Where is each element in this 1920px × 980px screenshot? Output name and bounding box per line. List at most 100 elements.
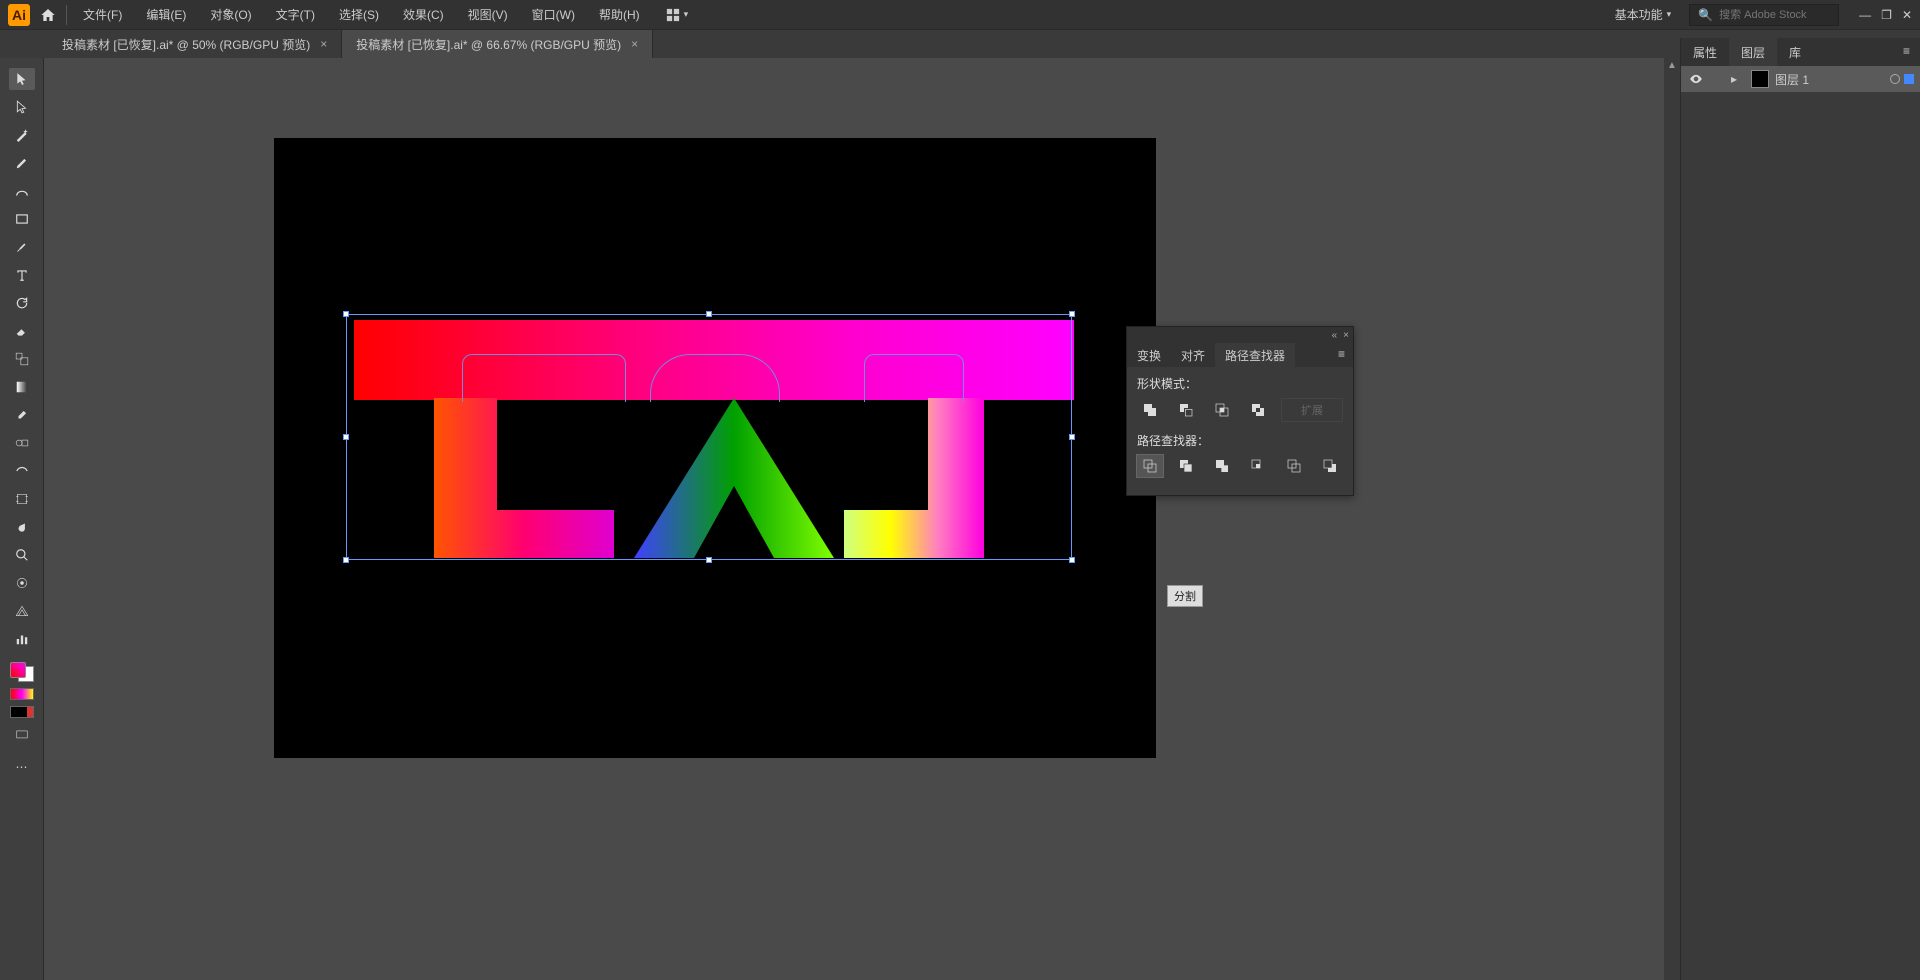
panel-menu-icon[interactable]: ≡ (1893, 38, 1920, 66)
free-transform-tool[interactable] (9, 572, 35, 594)
type-tool[interactable] (9, 264, 35, 286)
panel-tab-bar: 属性 图层 库 ≡ (1681, 38, 1920, 66)
minus-front-button[interactable] (1173, 399, 1199, 421)
rectangle-tool[interactable] (9, 208, 35, 230)
merge-button[interactable] (1209, 455, 1235, 477)
selection-tool[interactable] (9, 68, 35, 90)
crop-button[interactable] (1245, 455, 1271, 477)
tab-transform[interactable]: 变换 (1127, 343, 1171, 367)
path-outline (864, 354, 964, 402)
edit-toolbar-icon[interactable]: ⋯ (9, 756, 35, 778)
hand-tool[interactable] (9, 516, 35, 538)
menu-type[interactable]: 文字(T) (268, 2, 323, 27)
scroll-up-icon[interactable]: ▲ (1664, 58, 1680, 72)
target-icon[interactable] (1890, 74, 1900, 84)
menu-file[interactable]: 文件(F) (75, 2, 130, 27)
layer-row[interactable]: ▸ 图层 1 (1681, 66, 1920, 92)
search-input[interactable] (1719, 9, 1830, 21)
outline-button[interactable] (1281, 455, 1307, 477)
panel-titlebar[interactable]: « × (1127, 327, 1353, 343)
fill-stroke-swatch[interactable] (10, 662, 34, 682)
menu-window[interactable]: 窗口(W) (524, 2, 583, 27)
intersect-button[interactable] (1209, 399, 1235, 421)
document-tab-1[interactable]: 投稿素材 [已恢复].ai* @ 50% (RGB/GPU 预览) × (48, 30, 342, 58)
window-minimize-icon[interactable]: — (1859, 8, 1871, 22)
direct-selection-tool[interactable] (9, 96, 35, 118)
menu-view[interactable]: 视图(V) (460, 2, 516, 27)
tab-properties[interactable]: 属性 (1681, 38, 1729, 66)
tab-align[interactable]: 对齐 (1171, 343, 1215, 367)
paintbrush-tool[interactable] (9, 236, 35, 258)
vertical-scrollbar[interactable]: ▲ (1664, 58, 1680, 980)
artwork-letter-l (434, 398, 614, 558)
curvature-tool[interactable] (9, 180, 35, 202)
shape-builder-tool[interactable] (9, 460, 35, 482)
visibility-toggle-icon[interactable] (1687, 72, 1705, 86)
panels-dock: 属性 图层 库 ≡ ▸ 图层 1 (1680, 38, 1920, 980)
fill-swatch[interactable] (10, 662, 26, 678)
trim-button[interactable] (1173, 455, 1199, 477)
exclude-button[interactable] (1245, 399, 1271, 421)
artboard (274, 138, 1156, 758)
expand-button[interactable]: 扩展 (1281, 398, 1343, 422)
document-tab-label: 投稿素材 [已恢复].ai* @ 66.67% (RGB/GPU 预览) (356, 36, 621, 53)
gradient-swatch[interactable] (10, 688, 34, 700)
close-icon[interactable]: × (631, 37, 638, 51)
scale-tool[interactable] (9, 348, 35, 370)
tooltip: 分割 (1167, 585, 1203, 607)
pathfinder-mode-label: 路径查找器： (1137, 432, 1343, 449)
arrange-documents-icon[interactable]: ▾ (666, 8, 689, 22)
workspace-switcher[interactable]: 基本功能 ▾ (1607, 3, 1680, 26)
menu-bar: Ai 文件(F) 编辑(E) 对象(O) 文字(T) 选择(S) 效果(C) 视… (0, 0, 1920, 30)
magic-wand-tool[interactable] (9, 124, 35, 146)
pen-tool[interactable] (9, 152, 35, 174)
menu-help[interactable]: 帮助(H) (591, 2, 648, 27)
home-icon[interactable] (38, 5, 58, 25)
close-icon[interactable]: × (320, 37, 327, 51)
eyedropper-tool[interactable] (9, 404, 35, 426)
color-mode-swatch[interactable] (10, 706, 34, 718)
chevron-down-icon: ▾ (1667, 9, 1672, 20)
search-box[interactable]: 🔍 (1689, 4, 1839, 26)
expand-layer-icon[interactable]: ▸ (1731, 72, 1745, 86)
blend-tool[interactable] (9, 432, 35, 454)
menu-edit[interactable]: 编辑(E) (138, 2, 194, 27)
minus-back-button[interactable] (1317, 455, 1343, 477)
perspective-grid-tool[interactable] (9, 600, 35, 622)
panel-menu-icon[interactable]: ≡ (1330, 343, 1353, 367)
tab-layers[interactable]: 图层 (1729, 38, 1777, 66)
artboard-tool[interactable] (9, 488, 35, 510)
path-outline (462, 354, 626, 402)
eraser-tool[interactable] (9, 320, 35, 342)
gradient-tool[interactable] (9, 376, 35, 398)
close-icon[interactable]: × (1343, 330, 1349, 341)
path-outline (650, 354, 780, 402)
rotate-tool[interactable] (9, 292, 35, 314)
menu-effect[interactable]: 效果(C) (395, 2, 452, 27)
menu-separator (66, 5, 67, 25)
artwork-letter-a (634, 398, 834, 558)
layer-target-indicators[interactable] (1890, 74, 1914, 84)
zoom-tool[interactable] (9, 544, 35, 566)
pathfinder-tab-bar: 变换 对齐 路径查找器 ≡ (1127, 343, 1353, 367)
workspace-label: 基本功能 (1615, 6, 1663, 23)
pathfinder-panel[interactable]: « × 变换 对齐 路径查找器 ≡ 形状模式： 扩展 路径查找器： 分割 (1126, 326, 1354, 496)
canvas-area[interactable]: ▲ (44, 58, 1680, 980)
menu-select[interactable]: 选择(S) (331, 2, 387, 27)
tab-pathfinder[interactable]: 路径查找器 (1215, 343, 1295, 367)
menu-object[interactable]: 对象(O) (202, 2, 259, 27)
tools-panel: ⋯ (0, 58, 44, 980)
tab-libraries[interactable]: 库 (1777, 38, 1813, 66)
document-tab-2[interactable]: 投稿素材 [已恢复].ai* @ 66.67% (RGB/GPU 预览) × (342, 30, 653, 58)
pathfinder-body: 形状模式： 扩展 路径查找器： 分割 (1127, 367, 1353, 495)
column-graph-tool[interactable] (9, 628, 35, 650)
app-logo: Ai (8, 4, 30, 26)
divide-button[interactable] (1137, 455, 1163, 477)
selection-color-icon (1904, 74, 1914, 84)
window-close-icon[interactable]: ✕ (1902, 8, 1912, 22)
collapse-icon[interactable]: « (1332, 330, 1338, 341)
document-tab-bar: 投稿素材 [已恢复].ai* @ 50% (RGB/GPU 预览) × 投稿素材… (0, 30, 1920, 58)
unite-button[interactable] (1137, 399, 1163, 421)
screen-mode-icon[interactable] (9, 724, 35, 746)
window-maximize-icon[interactable]: ❐ (1881, 8, 1892, 22)
